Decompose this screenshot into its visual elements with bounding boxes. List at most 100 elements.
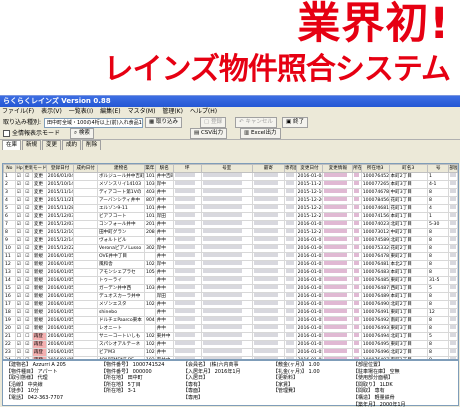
column-header[interactable]: 変更日付 (295, 164, 324, 173)
detail-field: 【専面】 (183, 388, 204, 395)
table-row[interactable]: 17 ☑ ☑ 新規 2016/01/05 メゾンエスタ 102 井中 2016-01-05 100… (3, 300, 458, 309)
table-cell (322, 316, 354, 325)
table-row[interactable]: 7 ☑ ☑ 変更 2015/12/03 コンフォール井中 201 井中 2016-01-05 10… (3, 220, 458, 229)
table-row[interactable]: 16 ☑ ☑ 新規 2016/01/05 デュオスカーラ井中 岸田 2016-01-05 100… (3, 292, 458, 301)
table-row[interactable]: 22 ☑ ☑ 再登 2016/01/05 スパシオアルテーネ 102 井中 2016-01-05… (3, 340, 458, 349)
table-cell: 4-1 (426, 180, 450, 189)
column-header[interactable]: 登録日付 (45, 164, 75, 173)
import-button[interactable]: ▦ 取り込み (145, 117, 182, 128)
table-cell: 井中 (154, 276, 174, 285)
table-row[interactable]: 1 ☑ ☑ 変更 2016/01/04 ボルジュール井中吉町 101 井中吉町 2016-01-… (3, 172, 458, 181)
table-cell (172, 188, 202, 197)
exit-button[interactable]: ▣ 終了 (282, 117, 308, 128)
redacted-value (202, 173, 242, 177)
table-row[interactable]: 14 ☑ ☑ 新規 2016/01/05 トゥーライ 井中 2016-01-05 1000764… (3, 276, 458, 285)
column-header[interactable]: 最寄 (251, 164, 285, 173)
column-header[interactable]: 町名3 (388, 164, 428, 173)
table-cell: メゾンエスタ (96, 300, 145, 309)
table-cell (251, 348, 285, 357)
cancel-button[interactable]: ↶ キャンセル (235, 117, 277, 128)
column-header[interactable]: 変更情報 (322, 164, 354, 173)
table-cell: 変更 (31, 244, 47, 253)
column-header[interactable]: 更新 (23, 164, 33, 173)
table-cell (352, 220, 362, 229)
redacted-value (253, 309, 278, 313)
property-table[interactable]: NoHp更新モード登録日付成約日付建物名築年駅名坪号室最寄専有面積変更日付変更情… (2, 163, 459, 360)
show-all-toggle[interactable]: 全情報表示モード (3, 129, 60, 138)
table-row[interactable]: 6 ☑ ☑ 変更 2015/12/03 ビアフコート 101 岸田 2015-12-21 1000… (3, 212, 458, 221)
table-cell: 2 (3, 180, 16, 189)
table-cell (283, 236, 297, 245)
column-header[interactable]: 所在地名2 (352, 164, 362, 173)
save-button[interactable]: ▢ 登録 (200, 117, 226, 128)
show-all-checkbox[interactable] (3, 130, 10, 137)
table-row[interactable]: 15 ☑ ☑ 新規 2016/01/05 ガーデン井中西 103 井中 2016-01-05 10… (3, 284, 458, 293)
column-header[interactable]: 駅名 (154, 164, 174, 173)
menu-file[interactable]: ファイル(F) (2, 108, 34, 115)
promo-headline: 業界初! (297, 0, 450, 49)
column-header[interactable]: 号室 (200, 164, 253, 173)
table-row[interactable]: 20 ☑ ☑ 新規 2016/01/05 レオニート 井中 2016-01-05 1000764… (3, 324, 458, 333)
search-button[interactable]: ⌕ 検索 (70, 128, 94, 139)
menu-admin[interactable]: 管理(K) (162, 108, 183, 115)
column-header[interactable]: 専有面積 (283, 164, 297, 173)
table-cell: 22 (3, 340, 16, 349)
table-cell: 2016/01/05 (45, 260, 75, 269)
table-row[interactable]: 4 ☑ ☑ 変更 2015/11/21 アーバンシティ井中 807 井中 2015-12-26 1… (3, 196, 458, 205)
tab-new[interactable]: 新規 (22, 140, 42, 150)
column-header[interactable]: 所在地3 (360, 164, 390, 173)
table-cell (283, 292, 297, 301)
column-header[interactable]: 坪 (172, 164, 202, 173)
table-row[interactable]: 2 ☑ ☑ 変更 2015/10/14 メゾンスリイ14103 103 岸中 2015-11-2… (3, 180, 458, 189)
table-row[interactable]: 12 ☑ ☑ 新規 2016/01/05 風和舎 102 岸中 2016-01-05 100076… (3, 260, 458, 269)
table-row[interactable]: 8 ☑ ☑ 変更 2015/12/10 田中町グラン 208 井中 2015-12-21 1000… (3, 228, 458, 237)
table-cell: 変更 (31, 180, 47, 189)
tab-contracted[interactable]: 成約 (62, 140, 82, 150)
column-header[interactable]: No (3, 164, 16, 173)
table-cell: 2016-01-05 (295, 348, 324, 357)
table-row[interactable]: 23 ☑ ☑ 再登 2016/01/05 ビアM3 102 井中 2016-01-05 10007… (3, 348, 458, 357)
table-cell: 2016/01/04 (45, 172, 75, 181)
tab-stock[interactable]: 在庫 (2, 140, 22, 150)
table-row[interactable]: 9 ☑ ☑ 変更 2015/12/14 ヴォルトビル 井中 2016-01-01 1000745… (3, 236, 458, 245)
column-header[interactable]: 築年 (143, 164, 156, 173)
menu-master[interactable]: マスタ(M) (128, 108, 156, 115)
table-cell: 2016-01-05 (295, 260, 324, 269)
tab-deleted[interactable]: 削除 (82, 140, 102, 150)
table-row[interactable]: 13 ☑ ☑ 新規 2016/01/05 アモンシェプラセ 105 井中 2016-01-05 1… (3, 268, 458, 277)
column-header[interactable]: 部屋 (448, 164, 458, 173)
table-row[interactable]: 21 ☐ ☐ 再登 2016/01/05 サニーコートいしも 102 東井中 2016-01-0… (3, 332, 458, 341)
menu-help[interactable]: ヘルプ(H) (190, 108, 217, 115)
table-cell: 15 (3, 284, 16, 293)
table-cell (73, 180, 98, 189)
table-cell (322, 228, 354, 237)
table-cell (200, 284, 253, 293)
excel-export-button[interactable]: ▥ Excel出力 (240, 128, 281, 139)
table-cell: 本町3丁目 (388, 180, 428, 189)
menu-list[interactable]: 一覧表(I) (69, 108, 93, 115)
table-row[interactable]: 3 ☑ ☑ 変更 2015/11/14 ディアコート第1Vの 403 井中 2015-12-16… (3, 188, 458, 197)
import-type-select[interactable]: 田中町全域・100の4桁以上(前)入れ食品1 (44, 118, 143, 128)
table-row[interactable]: 18 ☑ ☑ 新規 2016/01/05 shinebo 井中 2016-01-05 10007… (3, 308, 458, 317)
table-row[interactable]: 11 ☑ ☑ 新規 2016/01/05 OVE井中丁目 井中 2016-01-05 10007… (3, 252, 458, 261)
tab-changed[interactable]: 変更 (42, 140, 62, 150)
column-header[interactable]: 建物名 (96, 164, 145, 173)
table-cell: ☑ (14, 244, 25, 253)
table-row[interactable]: 19 ☑ ☑ 新規 2016/01/05 ドルチェPaarco東本 904 井中 2016-01… (3, 316, 458, 325)
menu-view[interactable]: 表示(V) (41, 108, 62, 115)
column-header[interactable]: Hp (14, 164, 25, 173)
table-row[interactable]: 5 ☑ ☑ 変更 2015/11/28 エルゾン9-11 101 井中 2015-12-28 10… (3, 204, 458, 213)
table-cell (200, 212, 253, 221)
table-cell: スパシオアルテーネ (96, 340, 145, 349)
column-header[interactable]: 号 (426, 164, 450, 173)
table-cell: メゾンスリイ14103 (96, 180, 145, 189)
table-cell (73, 292, 98, 301)
column-header[interactable]: 成約日付 (73, 164, 98, 173)
column-header[interactable]: モード (31, 164, 47, 173)
menu-edit[interactable]: 編集(E) (100, 108, 120, 115)
table-cell (251, 228, 285, 237)
redacted-value (174, 213, 196, 217)
csv-export-button[interactable]: ▤ CSV出力 (190, 128, 228, 139)
table-cell (73, 172, 98, 181)
table-row[interactable]: 10 ☑ ☑ 変更 2015/12/22 VeronaピアノLusso 302 岸中 2016-… (3, 244, 458, 253)
